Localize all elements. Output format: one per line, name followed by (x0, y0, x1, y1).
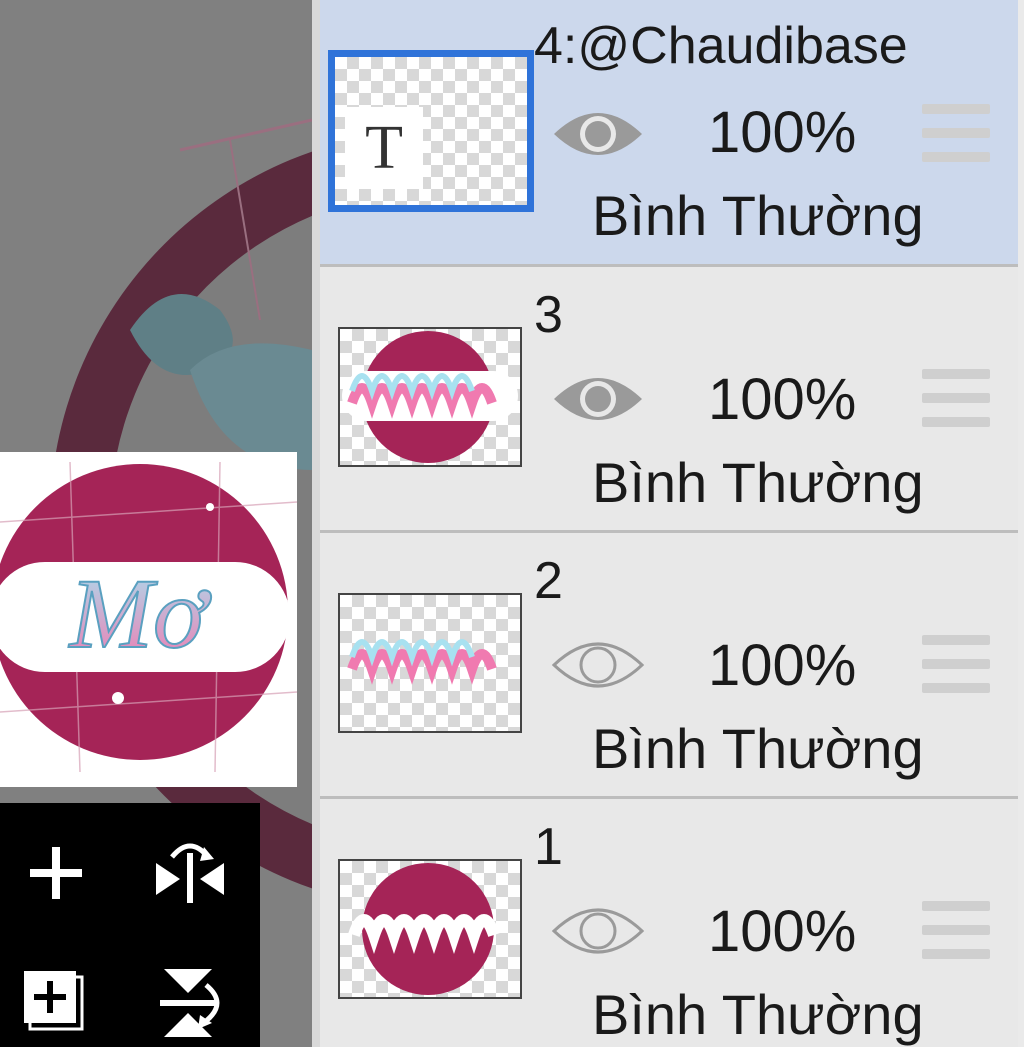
drag-handle-icon[interactable] (922, 104, 990, 162)
preview-artwork-text: Mơ (68, 558, 212, 669)
layer-blend-mode[interactable]: Bình Thường (592, 987, 924, 1043)
layer-thumbnail[interactable] (338, 859, 522, 999)
panel-divider[interactable] (312, 0, 320, 1047)
layer-opacity[interactable]: 100% (708, 637, 856, 695)
drag-handle-icon[interactable] (922, 369, 990, 427)
layer-name: 1 (534, 818, 563, 876)
layer-name: 4:@Chaudibase (534, 17, 908, 75)
layer-blend-mode[interactable]: Bình Thường (592, 455, 924, 511)
layer-opacity[interactable]: 100% (708, 104, 856, 162)
layer-thumbnail[interactable]: T (328, 50, 534, 212)
layer-row-1[interactable]: 1 100% Bình Thường (320, 799, 1018, 1047)
add-special-layer-button[interactable] (16, 963, 96, 1043)
flip-horizontal-button[interactable] (150, 833, 230, 913)
eye-icon[interactable] (550, 104, 646, 164)
layer-opacity[interactable]: 100% (708, 371, 856, 429)
flip-vertical-button[interactable] (150, 963, 230, 1043)
layer-thumbnail-art (348, 863, 500, 995)
layers-panel: T 4:@Chaudibase 100% Bình Thường 3 100% … (320, 0, 1024, 1047)
layer-toolbar (0, 803, 260, 1047)
eye-hidden-icon[interactable] (550, 635, 646, 695)
layer-blend-mode[interactable]: Bình Thường (592, 188, 924, 244)
add-layer-button[interactable] (16, 833, 96, 913)
drag-handle-icon[interactable] (922, 901, 990, 959)
eye-icon[interactable] (550, 369, 646, 429)
layer-thumbnail[interactable] (338, 327, 522, 467)
layer-row-4[interactable]: T 4:@Chaudibase 100% Bình Thường (320, 0, 1018, 267)
layer-name: 2 (534, 552, 563, 610)
text-layer-icon: T (345, 107, 423, 189)
preview-thumbnail[interactable]: Mơ (0, 452, 297, 787)
flip-vertical-icon (160, 969, 220, 1037)
layer-thumbnail-art (347, 639, 497, 685)
layer-opacity[interactable]: 100% (708, 903, 856, 961)
layer-thumbnail-art (342, 331, 518, 463)
add-layer-box-icon (24, 971, 84, 1031)
flip-horizontal-icon (156, 843, 224, 903)
layer-row-2[interactable]: 2 100% Bình Thường (320, 533, 1018, 799)
canvas-area[interactable]: Mơ (0, 0, 312, 1047)
plus-icon (30, 847, 82, 899)
drag-handle-icon[interactable] (922, 635, 990, 693)
eye-hidden-icon[interactable] (550, 901, 646, 961)
preview-artwork: Mơ (0, 461, 297, 773)
layer-thumbnail[interactable] (338, 593, 522, 733)
layer-row-3[interactable]: 3 100% Bình Thường (320, 267, 1018, 533)
layer-name: 3 (534, 286, 563, 344)
layer-blend-mode[interactable]: Bình Thường (592, 721, 924, 777)
